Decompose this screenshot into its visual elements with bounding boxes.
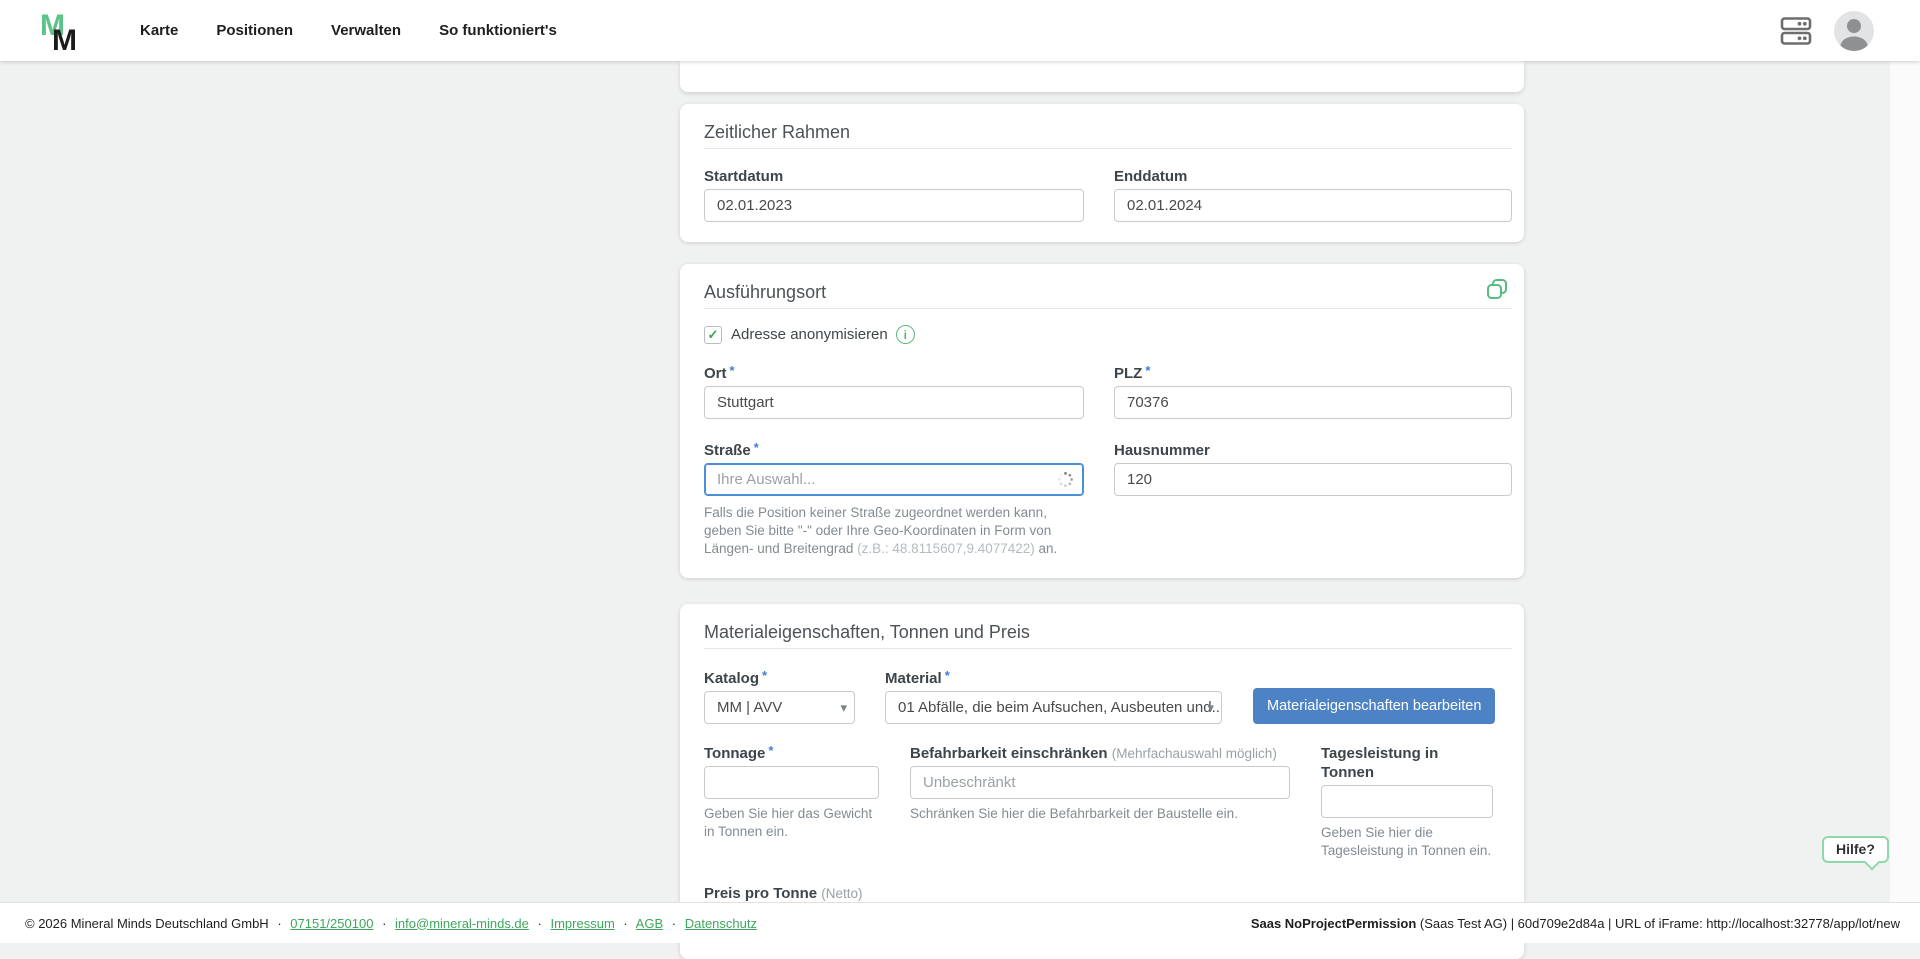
chevron-down-icon: ▾ <box>1207 700 1214 715</box>
footer-left: © 2026 Mineral Minds Deutschland GmbH · … <box>25 916 757 931</box>
nav-item-verwalten[interactable]: Verwalten <box>331 22 401 39</box>
svg-text:M: M <box>52 24 77 55</box>
impressum-link[interactable]: Impressum <box>550 916 614 931</box>
env-details: (Saas Test AG) | 60d709e2d84a | URL of i… <box>1416 916 1900 931</box>
copyright-text: © 2026 Mineral Minds Deutschland GmbH <box>25 916 269 931</box>
topbar-actions <box>1780 11 1874 51</box>
tagesleistung-label: Tagesleistung in Tonnen <box>1321 745 1438 781</box>
divider <box>704 308 1512 309</box>
material-value: 01 Abfälle, die beim Aufsuchen, Ausbeute… <box>898 699 1222 716</box>
nav-item-karte[interactable]: Karte <box>140 22 178 39</box>
befahrbarkeit-label: Befahrbarkeit einschränken <box>910 745 1108 762</box>
footer-env-info: Saas NoProjectPermission (Saas Test AG) … <box>1251 916 1900 931</box>
enddatum-input[interactable] <box>1114 189 1512 222</box>
server-list-icon[interactable] <box>1780 16 1812 46</box>
hausnummer-label: Hausnummer <box>1114 442 1210 459</box>
preis-label: Preis pro Tonne <box>704 885 817 902</box>
form-content: Zeitlicher Rahmen Startdatum Enddatum Au… <box>680 61 1524 959</box>
card-ausfuehrungsort: Ausführungsort ✓ Adresse anonymisieren i… <box>680 264 1524 578</box>
email-link[interactable]: info@mineral-minds.de <box>395 916 529 931</box>
tagesleistung-input[interactable] <box>1321 785 1493 818</box>
card-zeitlicher-rahmen: Zeitlicher Rahmen Startdatum Enddatum <box>680 104 1524 242</box>
previous-card-bottom <box>680 61 1524 92</box>
nav-item-positionen[interactable]: Positionen <box>216 22 293 39</box>
nav-item-so-funktionierts[interactable]: So funktioniert's <box>439 22 557 39</box>
copy-icon[interactable] <box>1486 278 1508 305</box>
startdatum-input[interactable] <box>704 189 1084 222</box>
katalog-select[interactable]: MM | AVV ▾ <box>704 691 855 724</box>
strasse-input[interactable] <box>704 463 1084 496</box>
datenschutz-link[interactable]: Datenschutz <box>685 916 757 931</box>
ort-label: Ort <box>704 365 727 382</box>
materialeigenschaften-bearbeiten-button[interactable]: Materialeigenschaften bearbeiten <box>1253 688 1495 724</box>
phone-link[interactable]: 07151/250100 <box>290 916 373 931</box>
tonnage-label: Tonnage <box>704 745 765 762</box>
checkmark-icon: ✓ <box>708 327 719 343</box>
required-marker: * <box>1145 363 1150 378</box>
strasse-helper-text: Falls die Position keiner Straße zugeord… <box>704 504 1084 558</box>
section-title: Materialeigenschaften, Tonnen und Preis <box>704 622 1512 642</box>
material-label: Material <box>885 670 942 687</box>
geo-example: (z.B.: 48.8115607,9.4077422) <box>857 541 1035 556</box>
section-title: Zeitlicher Rahmen <box>704 122 1512 142</box>
tagesleistung-helper-text: Geben Sie hier die Tagesleistung in Tonn… <box>1321 824 1493 860</box>
ort-input[interactable] <box>704 386 1084 419</box>
main-nav: Karte Positionen Verwalten So funktionie… <box>140 22 557 39</box>
tonnage-helper-text: Geben Sie hier das Gewicht in Tonnen ein… <box>704 805 879 841</box>
tonnage-input[interactable] <box>704 766 879 799</box>
strasse-label: Straße <box>704 442 751 459</box>
befahrbarkeit-helper-text: Schränken Sie hier die Befahrbarkeit der… <box>910 805 1290 823</box>
help-button[interactable]: Hilfe? <box>1822 836 1889 863</box>
katalog-label: Katalog <box>704 670 759 687</box>
preis-hint: (Netto) <box>821 886 862 901</box>
footer: © 2026 Mineral Minds Deutschland GmbH · … <box>0 902 1920 943</box>
scrollbar-track[interactable] <box>1890 61 1920 902</box>
hausnummer-input[interactable] <box>1114 463 1512 496</box>
required-marker: * <box>730 363 735 378</box>
startdatum-label: Startdatum <box>704 168 783 185</box>
material-select[interactable]: 01 Abfälle, die beim Aufsuchen, Ausbeute… <box>885 691 1222 724</box>
agb-link[interactable]: AGB <box>636 916 663 931</box>
plz-input[interactable] <box>1114 386 1512 419</box>
befahrbarkeit-input[interactable] <box>910 766 1290 799</box>
required-marker: * <box>945 668 950 683</box>
katalog-value: MM | AVV <box>717 699 782 716</box>
divider <box>704 648 1512 649</box>
person-icon <box>1834 11 1874 51</box>
enddatum-label: Enddatum <box>1114 168 1187 185</box>
required-marker: * <box>754 440 759 455</box>
divider <box>704 148 1512 149</box>
env-name: Saas NoProjectPermission <box>1251 916 1416 931</box>
required-marker: * <box>768 743 773 758</box>
top-navigation-bar: M M Karte Positionen Verwalten So funkti… <box>0 0 1920 61</box>
user-avatar[interactable] <box>1834 11 1874 51</box>
chevron-down-icon: ▾ <box>840 700 847 715</box>
section-title: Ausführungsort <box>704 282 1512 302</box>
anonymize-checkbox[interactable]: ✓ <box>704 326 722 344</box>
loading-spinner-icon <box>1057 471 1074 493</box>
befahrbarkeit-hint: (Mehrfachauswahl möglich) <box>1112 746 1277 761</box>
anonymize-label: Adresse anonymisieren <box>731 326 888 343</box>
mineral-minds-logo[interactable]: M M <box>40 7 86 55</box>
plz-label: PLZ <box>1114 365 1142 382</box>
logo-mm-icon: M M <box>40 7 86 55</box>
info-icon[interactable]: i <box>896 325 915 344</box>
required-marker: * <box>762 668 767 683</box>
